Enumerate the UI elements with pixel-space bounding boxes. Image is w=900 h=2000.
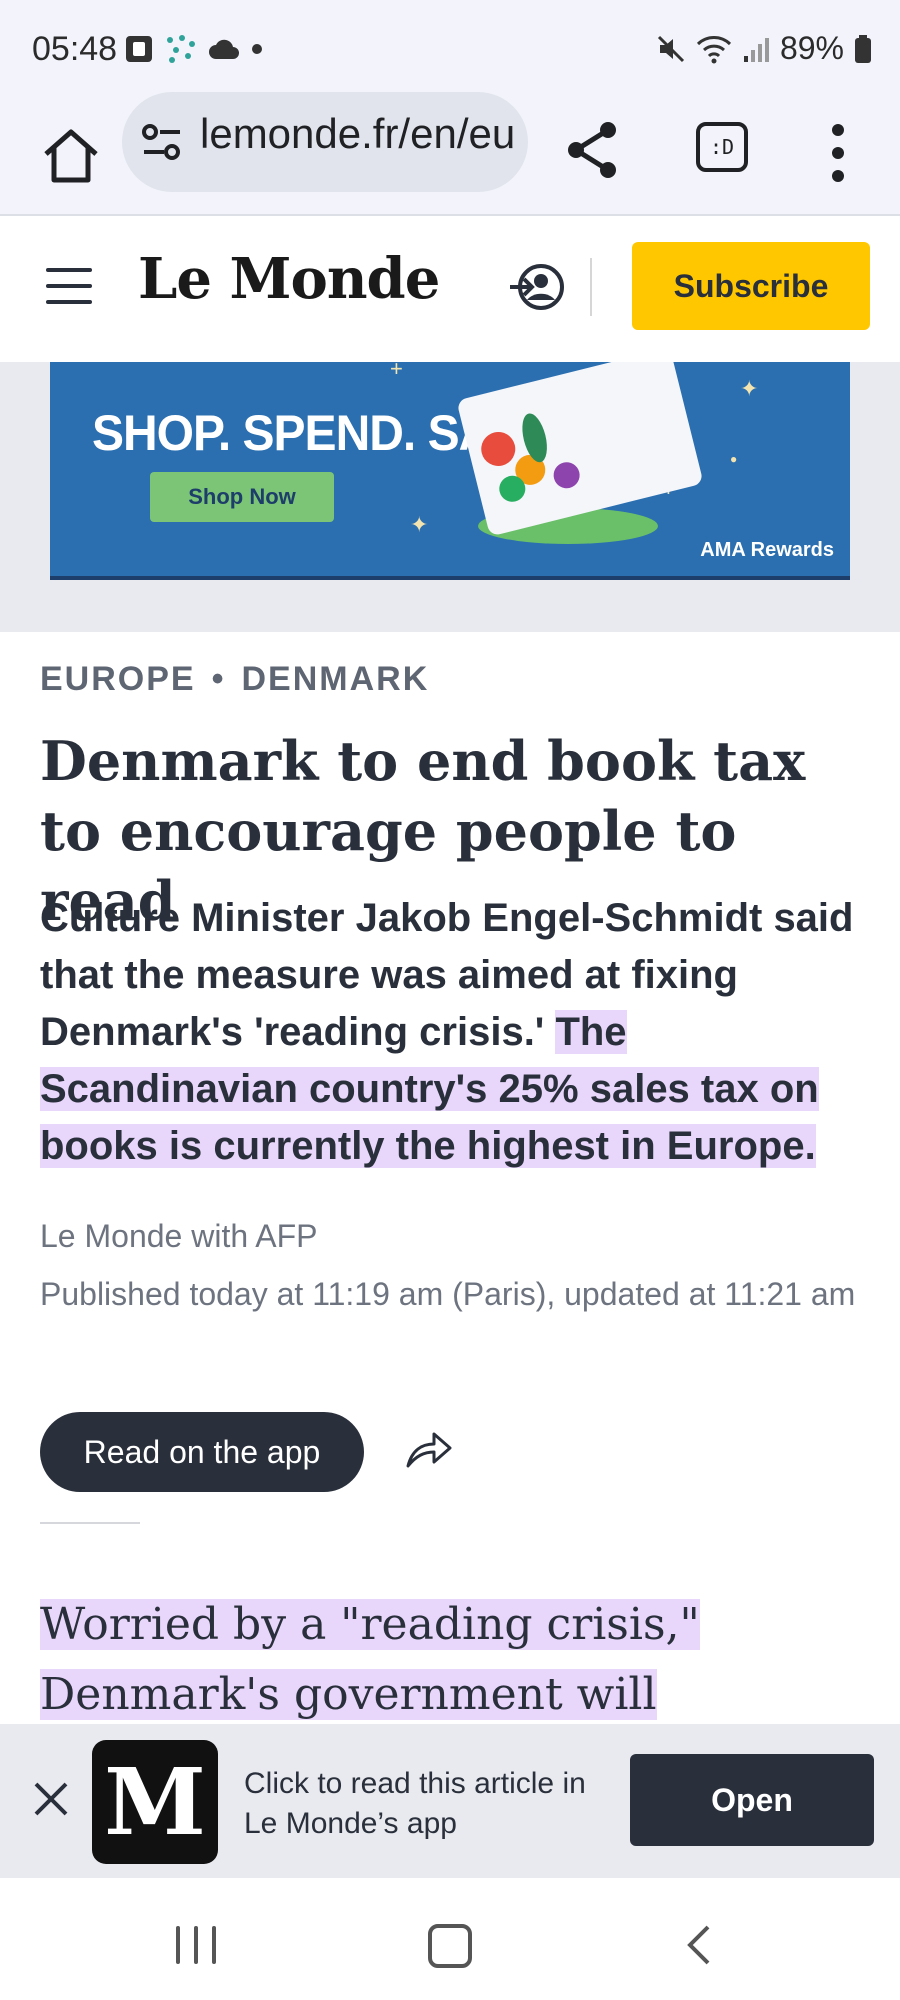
login-icon[interactable] [508,262,566,312]
ad-container: + ✦ ✦ + ● SHOP. SPEND. SAVE. Shop Now AM… [0,362,900,632]
menu-icon[interactable] [46,268,92,304]
article-dek: Culture Minister Jakob Engel-Schmidt sai… [40,890,870,1175]
signal-icon [743,37,769,62]
sparkle-icon: ✦ [410,512,429,537]
dek-text: Culture Minister Jakob Engel-Schmidt sai… [40,896,854,1054]
kicker-separator: • [211,660,226,698]
status-bar: 05:48 89% [0,0,900,100]
article-byline: Le Monde with AFP [40,1218,318,1254]
mute-icon [657,35,685,62]
header-divider [590,258,592,316]
ad-brand: AMA Rewards [700,539,834,561]
tabs-button[interactable]: :D [696,122,748,172]
divider [40,1522,140,1524]
kicker-subsection-link[interactable]: DENMARK [242,660,430,698]
open-app-button[interactable]: Open [630,1754,874,1846]
battery-icon [855,34,871,63]
system-nav-bar [0,1878,900,2000]
status-time: 05:48 [32,30,118,68]
home-nav-icon[interactable] [428,1924,472,1968]
home-icon[interactable] [36,120,106,190]
status-system-icons: 89% [656,30,872,67]
share-icon[interactable] [562,118,626,182]
ad-banner[interactable]: + ✦ ✦ + ● SHOP. SPEND. SAVE. Shop Now AM… [50,362,850,580]
app-banner-text: Click to read this article in Le Monde’s… [244,1767,586,1840]
status-notification-icons [124,34,264,64]
kicker-section-link[interactable]: EUROPE [40,660,196,698]
le-monde-app-logo: M [92,1740,218,1864]
site-logo[interactable]: Le Monde [138,246,440,312]
close-icon[interactable] [32,1780,70,1818]
site-header: Le Monde Subscribe [0,216,900,363]
wifi-icon [696,35,731,63]
ad-shop-button[interactable]: Shop Now [150,472,334,522]
recent-apps-icon[interactable] [176,1926,216,1964]
ad-card-graphic [456,362,704,537]
url-bar[interactable]: lemonde.fr/en/eu [122,92,528,192]
article-kicker: EUROPE • DENMARK [40,660,429,699]
share-arrow-icon[interactable] [404,1426,454,1476]
dots-icon [167,35,195,63]
article-publish-date: Published today at 11:19 am (Paris), upd… [40,1276,856,1312]
url-text[interactable]: lemonde.fr/en/eu [200,110,520,158]
sim-icon [126,36,152,62]
battery-percent: 89% [779,30,844,66]
subscribe-button[interactable]: Subscribe [632,242,870,330]
read-on-app-button[interactable]: Read on the app [40,1412,364,1492]
site-settings-icon[interactable] [140,122,184,162]
sparkle-icon: + [390,362,403,381]
app-promo-banner: M Click to read this article in Le Monde… [0,1724,900,1878]
cloud-icon [209,39,239,59]
sparkle-icon: ✦ [740,376,759,401]
sparkle-icon: ● [730,452,738,466]
dot-icon [252,44,262,54]
back-icon[interactable] [686,1924,712,1966]
more-vert-icon[interactable] [826,120,850,186]
